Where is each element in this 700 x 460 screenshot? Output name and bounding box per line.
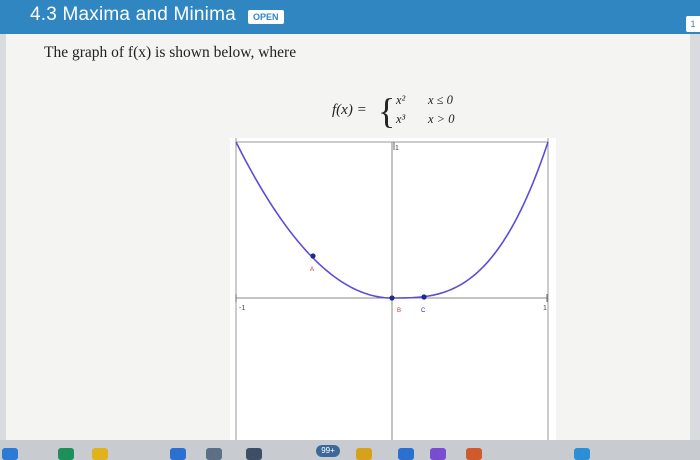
case1-expression: x²	[396, 93, 406, 107]
point-a-marker[interactable]	[310, 253, 316, 259]
app-icon[interactable]	[398, 448, 414, 460]
case1-condition: x ≤ 0	[428, 93, 453, 107]
problem-intro: The graph of f(x) is shown below, where	[44, 44, 297, 61]
app-icon[interactable]	[246, 448, 262, 460]
piecewise-formula: f(x) = { x² x ≤ 0 x³ x > 0	[332, 91, 482, 136]
case2-condition: x > 0	[428, 112, 455, 126]
taskbar: 99+	[0, 440, 700, 460]
app-icon[interactable]	[92, 448, 108, 460]
tick-label-right: 1	[543, 305, 547, 312]
page-header: 4.3 Maxima and Minima OPEN 1	[0, 0, 700, 34]
app-icon[interactable]	[466, 448, 482, 460]
app-icon[interactable]	[58, 448, 74, 460]
app-icon[interactable]	[2, 448, 18, 460]
corner-tab[interactable]: 1	[686, 16, 700, 32]
notification-badge: 99+	[316, 445, 340, 457]
tick-label-top: 1	[395, 145, 399, 152]
formula-brace: {	[378, 91, 396, 131]
graph-background	[230, 138, 556, 440]
page-title: 4.3 Maxima and Minima	[30, 4, 236, 25]
app-icon[interactable]	[206, 448, 222, 460]
function-graph: -1 1 1 A B C	[230, 138, 556, 440]
point-c-marker[interactable]	[421, 294, 427, 300]
app-icon[interactable]	[574, 448, 590, 460]
tick-label-left: -1	[239, 305, 245, 312]
case2-expression: x³	[396, 112, 406, 126]
status-badge: OPEN	[248, 10, 284, 24]
formula-lhs: f(x) =	[332, 102, 367, 118]
point-b-label: B	[397, 308, 401, 314]
app-icon[interactable]	[430, 448, 446, 460]
point-a-label: A	[310, 267, 314, 273]
app-icon[interactable]	[356, 448, 372, 460]
point-c-label: C	[421, 308, 426, 314]
app-icon[interactable]	[170, 448, 186, 460]
point-b-marker[interactable]	[389, 295, 395, 301]
